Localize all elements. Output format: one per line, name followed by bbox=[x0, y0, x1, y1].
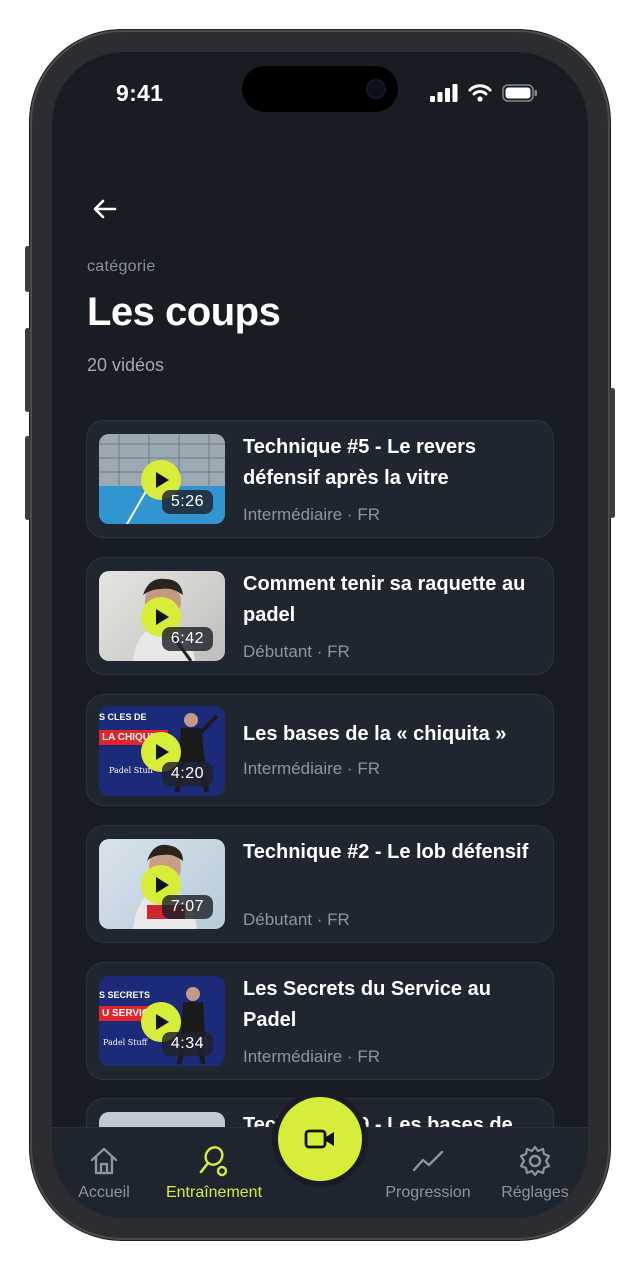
video-thumbnail: 5:26 bbox=[99, 434, 225, 524]
video-title: Les bases de la « chiquita » bbox=[243, 723, 507, 745]
tab-reglages[interactable]: Réglages bbox=[498, 1144, 572, 1202]
tab-label: Accueil bbox=[78, 1184, 130, 1201]
video-card[interactable]: 6:42 Comment tenir sa raquette au padel … bbox=[86, 557, 554, 675]
video-title: Technique #2 - Le lob défensif bbox=[243, 841, 529, 863]
video-count: 20 vidéos bbox=[87, 355, 165, 375]
video-duration: 7:07 bbox=[161, 895, 213, 919]
video-card[interactable]: 7:07 Technique #2 - Le lob défensif Débu… bbox=[86, 825, 554, 943]
home-icon bbox=[90, 1147, 118, 1175]
volume-up-button bbox=[25, 328, 30, 412]
video-card[interactable]: S SECRETS U SERVICE Padel Stuff 4:34 Les… bbox=[86, 962, 554, 1080]
video-thumbnail: S CLES DE LA CHIQUITA Padel Stuff 4:20 bbox=[99, 706, 225, 796]
video-thumbnail: 7:07 bbox=[99, 839, 225, 929]
back-arrow-icon[interactable] bbox=[90, 194, 120, 224]
dynamic-island bbox=[242, 66, 398, 112]
video-meta: Débutant · FR bbox=[243, 642, 350, 661]
video-meta: Intermédiaire · FR bbox=[243, 1047, 380, 1066]
video-duration: 4:20 bbox=[161, 762, 213, 786]
battery-icon bbox=[502, 84, 537, 102]
mute-switch bbox=[25, 246, 30, 292]
video-meta: Intermédiaire · FR bbox=[243, 505, 380, 524]
trend-icon bbox=[412, 1150, 444, 1172]
status-time: 9:41 bbox=[116, 80, 164, 106]
video-title: Comment tenir sa raquette au padel bbox=[243, 573, 526, 626]
video-title: Les Secrets du Service au Padel bbox=[243, 978, 491, 1031]
tab-progression[interactable]: Progression bbox=[378, 1144, 478, 1202]
video-card[interactable]: 5:26 Technique #5 - Le revers défensif a… bbox=[86, 420, 554, 538]
video-thumbnail: 6:42 bbox=[99, 571, 225, 661]
status-icons bbox=[430, 84, 538, 102]
category-label: catégorie bbox=[87, 258, 156, 275]
app-screen: 9:41 catégorie Les coups 20 vidéos 5:26 … bbox=[52, 52, 588, 1218]
video-card[interactable]: S CLES DE LA CHIQUITA Padel Stuff 4:20 L… bbox=[86, 694, 554, 806]
video-meta: Débutant · FR bbox=[243, 910, 350, 929]
tab-accueil[interactable]: Accueil bbox=[72, 1144, 136, 1202]
tab-label: Progression bbox=[385, 1184, 471, 1201]
signal-icon bbox=[430, 84, 458, 102]
gear-icon bbox=[519, 1145, 551, 1177]
tab-label: Entraînement bbox=[165, 1184, 263, 1201]
video-duration: 4:34 bbox=[161, 1032, 213, 1056]
page-title: Les coups bbox=[87, 290, 281, 334]
tab-label: Réglages bbox=[501, 1184, 569, 1201]
racket-icon bbox=[199, 1146, 228, 1177]
video-meta: Intermédiaire · FR bbox=[243, 759, 380, 778]
video-thumbnail: S SECRETS U SERVICE Padel Stuff 4:34 bbox=[99, 976, 225, 1066]
video-duration: 6:42 bbox=[161, 627, 213, 651]
camera-icon bbox=[368, 81, 384, 97]
tab-entrainement[interactable]: Entraînement bbox=[156, 1144, 272, 1202]
video-camera-icon bbox=[304, 1129, 334, 1149]
video-duration: 5:26 bbox=[161, 490, 213, 514]
volume-down-button bbox=[25, 436, 30, 520]
video-title: Technique #5 - Le revers défensif après … bbox=[243, 436, 477, 489]
wifi-icon bbox=[468, 84, 492, 102]
record-video-button[interactable] bbox=[278, 1097, 362, 1181]
power-button bbox=[610, 388, 615, 518]
